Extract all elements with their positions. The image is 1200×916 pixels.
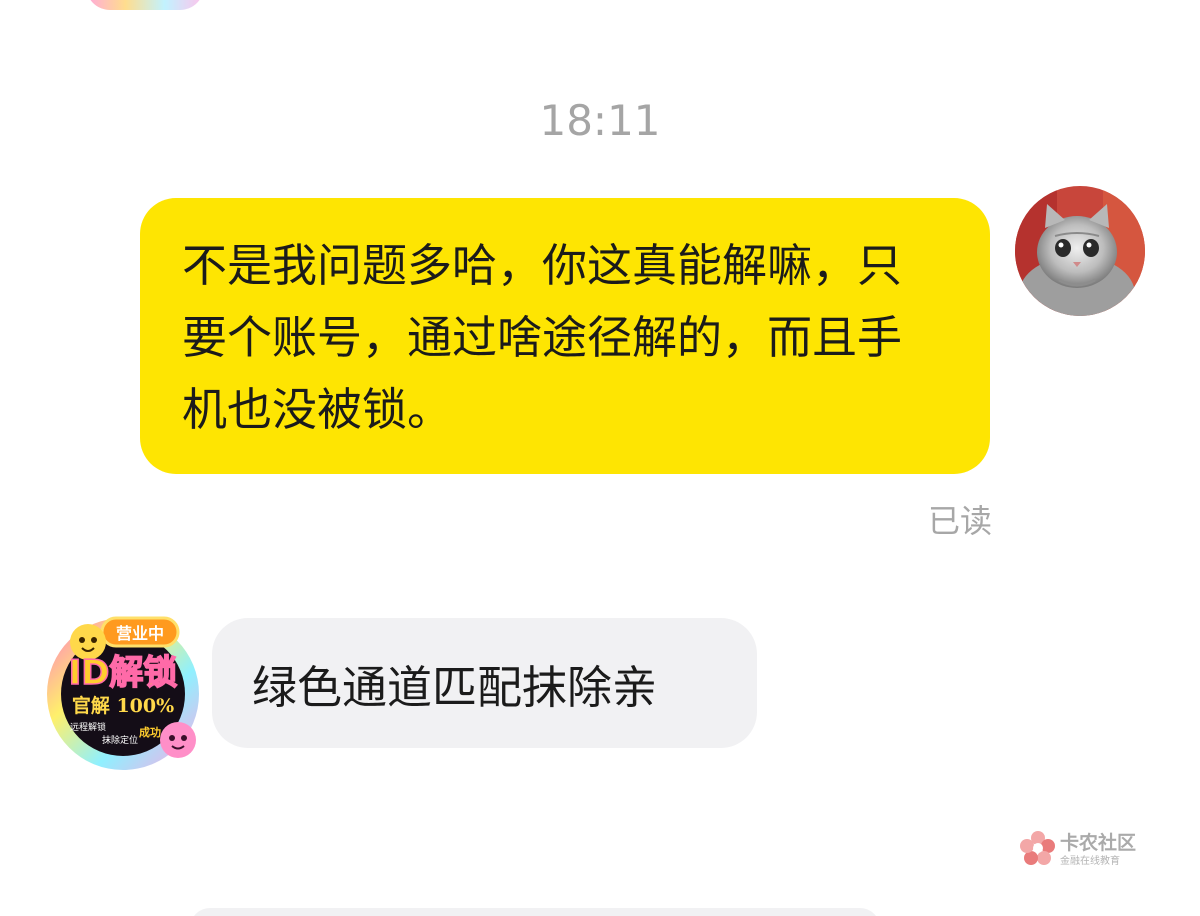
avatar-badge-text: 营业中 (116, 624, 164, 643)
avatar-headline-text: ID解锁 (69, 653, 178, 693)
message-timestamp: 18:11 (539, 96, 661, 145)
avatar-note-corner: 成功 (139, 725, 161, 739)
next-message-bubble-fragment[interactable] (190, 908, 880, 916)
my-avatar[interactable] (1015, 186, 1145, 316)
community-watermark: 卡农社区 金融在线教育 (1020, 826, 1150, 870)
incoming-message-text: 绿色通道匹配抹除亲 (252, 660, 658, 714)
avatar-note-left: 远程解锁 (70, 721, 106, 733)
sender-avatar-graphic: 营业中 ID解锁 官解 100% 远程解锁 抹除定位 成功 (47, 616, 199, 770)
cat-photo-avatar-icon (1015, 186, 1145, 316)
flower-logo-icon (1020, 831, 1055, 865)
avatar-note-right: 抹除定位 (102, 734, 138, 746)
incoming-message-bubble[interactable]: 绿色通道匹配抹除亲 (212, 618, 757, 748)
outgoing-message-bubble[interactable]: 不是我问题多哈，你这真能解嘛，只要个账号，通过啥途径解的，而且手机也没被锁。 (140, 198, 990, 474)
chat-screen: 18:11 不是我问题多哈，你这真能解嘛，只要个账号，通过啥途径解的，而且手机也… (0, 0, 1200, 916)
watermark-title: 卡农社区 (1060, 832, 1137, 854)
avatar-subline-text: 官解 100% (72, 694, 174, 717)
watermark-subtitle: 金融在线教育 (1060, 856, 1120, 867)
read-status: 已读 (928, 502, 993, 540)
sender-avatar[interactable]: 营业中 ID解锁 官解 100% 远程解锁 抹除定位 成功 (44, 612, 202, 770)
previous-avatar-fragment[interactable] (86, 0, 204, 10)
outgoing-message-text: 不是我问题多哈，你这真能解嘛，只要个账号，通过啥途径解的，而且手机也没被锁。 (182, 239, 903, 436)
